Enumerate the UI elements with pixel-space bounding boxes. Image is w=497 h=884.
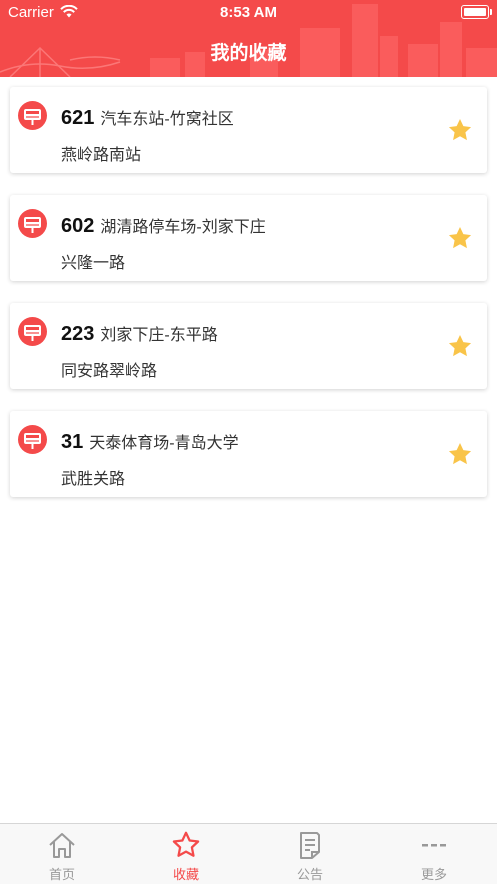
bus-stop-icon [18,209,47,238]
notice-icon [300,832,320,859]
status-bar: Carrier 8:53 AM [0,0,497,26]
bus-stop-icon [18,101,47,130]
star-icon[interactable] [447,225,473,251]
route-name: 刘家下庄-东平路 [100,327,218,344]
tab-label: 更多 [420,867,447,882]
route-number: 223 [61,323,95,345]
home-icon [49,833,75,858]
page-title: 我的收藏 [210,43,287,64]
tab-favorites[interactable]: 收藏 [124,824,248,884]
stop-name: 同安路翠岭路 [61,363,158,380]
tab-home[interactable]: 首页 [0,824,124,884]
status-time: 8:53 AM [220,4,277,21]
stop-name: 兴隆一路 [61,255,126,272]
favorite-card[interactable]: 602 湖清路停车场-刘家下庄 兴隆一路 [10,195,487,281]
tab-more[interactable]: 更多 [372,824,496,884]
route-line: 223 刘家下庄-东平路 [61,321,218,346]
bus-stop-icon [18,317,47,346]
tab-label: 首页 [48,867,75,882]
route-name: 湖清路停车场-刘家下庄 [100,219,266,236]
route-number: 31 [61,431,84,453]
star-icon[interactable] [447,333,473,359]
star-icon[interactable] [447,441,473,467]
more-icon [422,844,446,847]
route-line: 31 天泰体育场-青岛大学 [61,429,239,454]
route-name: 天泰体育场-青岛大学 [89,435,239,452]
tab-label: 公告 [296,867,323,882]
favorite-card[interactable]: 223 刘家下庄-东平路 同安路翠岭路 [10,303,487,389]
route-number: 602 [61,215,95,237]
star-icon[interactable] [447,117,473,143]
star-icon [172,831,200,857]
route-name: 汽车东站-竹窝社区 [100,111,234,128]
tab-bar: 首页 收藏 公告 更多 [0,823,497,884]
route-line: 621 汽车东站-竹窝社区 [61,105,234,130]
favorite-card[interactable]: 31 天泰体育场-青岛大学 武胜关路 [10,411,487,497]
tab-label: 收藏 [172,867,199,882]
route-line: 602 湖清路停车场-刘家下庄 [61,213,266,238]
route-number: 621 [61,107,95,129]
header: Carrier 8:53 AM 我的收藏 [0,0,497,77]
favorite-card[interactable]: 621 汽车东站-竹窝社区 燕岭路南站 [10,87,487,173]
stop-name: 武胜关路 [61,471,126,488]
stop-name: 燕岭路南站 [61,147,142,164]
bus-stop-icon [18,425,47,454]
tab-notices[interactable]: 公告 [248,824,372,884]
battery-icon [461,5,492,19]
